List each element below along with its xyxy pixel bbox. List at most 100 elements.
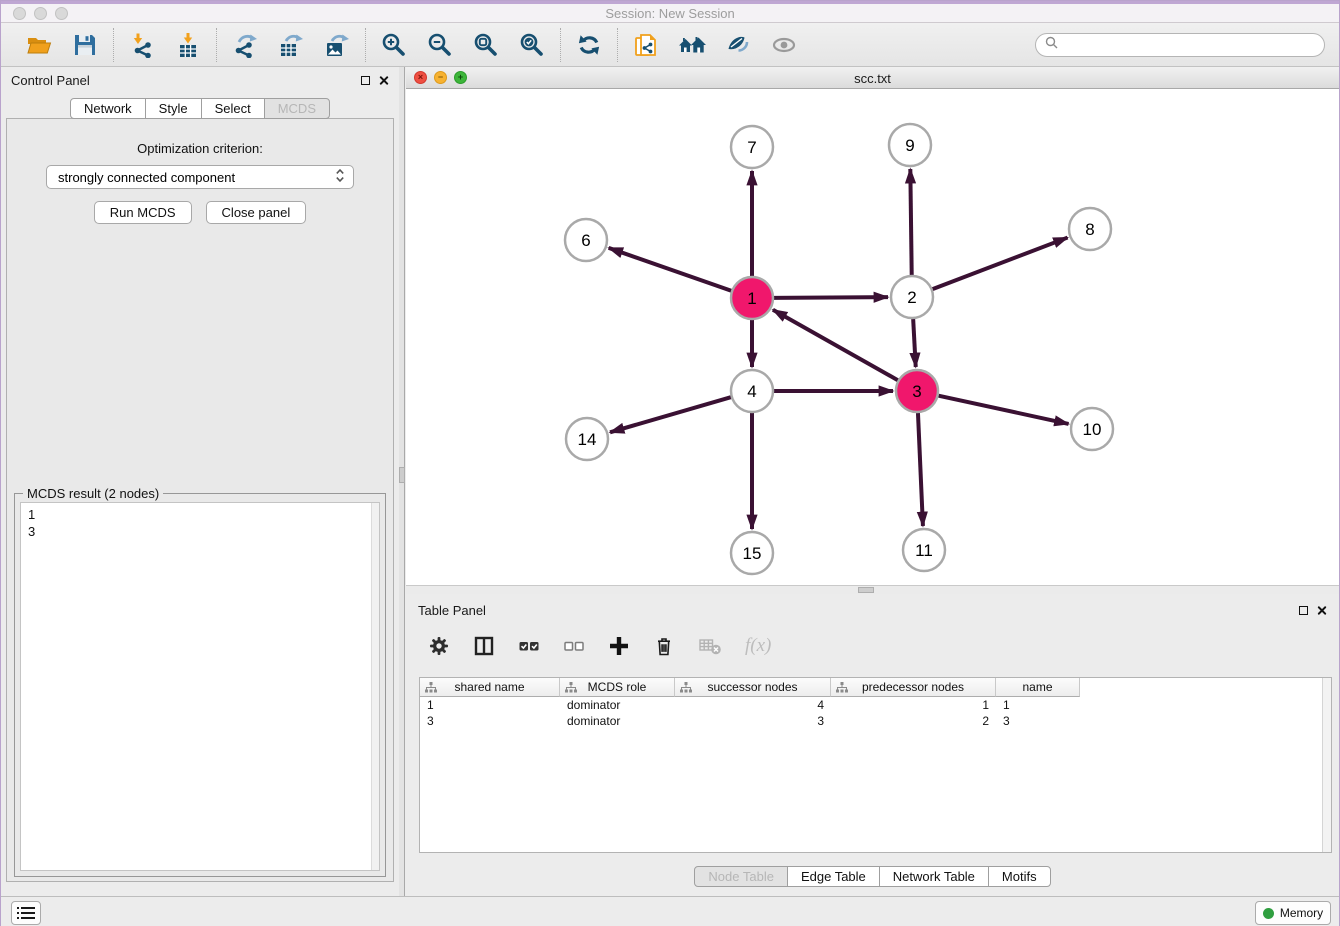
save-session-icon[interactable] (71, 31, 99, 59)
zoom-fit-icon[interactable] (472, 31, 500, 59)
select-all-checkboxes-icon[interactable] (518, 635, 540, 657)
table-cell[interactable]: 2 (831, 713, 996, 729)
delete-column-icon[interactable] (653, 635, 675, 657)
first-neighbors-icon[interactable] (678, 31, 706, 59)
memory-status-icon (1263, 908, 1274, 919)
tab-edge-table[interactable]: Edge Table (787, 866, 880, 887)
table-cell[interactable]: 4 (675, 697, 831, 713)
tab-node-table[interactable]: Node Table (694, 866, 788, 887)
mcds-result-legend: MCDS result (2 nodes) (23, 486, 163, 501)
column-header-successor-nodes[interactable]: successor nodes (675, 678, 831, 697)
table-row[interactable]: 1dominator411 (420, 697, 1331, 713)
column-header-shared-name[interactable]: shared name (420, 678, 560, 697)
import-table-icon[interactable] (174, 31, 202, 59)
add-column-icon[interactable] (608, 635, 630, 657)
mcds-result-lines: 13 (21, 503, 379, 543)
close-panel-button[interactable]: Close panel (206, 201, 307, 224)
table-scrollbar[interactable] (1322, 678, 1331, 852)
tab-network[interactable]: Network (70, 98, 146, 119)
graph-node-label: 11 (915, 541, 933, 560)
column-header-MCDS-role[interactable]: MCDS role (560, 678, 675, 697)
graph-node-label: 2 (907, 288, 916, 307)
graph-edge-2-9[interactable] (910, 169, 911, 275)
zoom-in-icon[interactable] (380, 31, 408, 59)
float-table-panel-icon[interactable] (1299, 606, 1308, 615)
task-history-button[interactable] (11, 901, 41, 925)
table-panel-tabs: Node TableEdge TableNetwork TableMotifs (406, 866, 1339, 887)
table-cell[interactable]: dominator (560, 713, 675, 729)
float-panel-icon[interactable] (361, 76, 370, 85)
network-window-title: scc.txt (406, 71, 1339, 86)
close-table-panel-icon[interactable] (1316, 605, 1327, 616)
divider-grip[interactable] (399, 467, 405, 483)
clone-network-icon[interactable] (632, 31, 660, 59)
graph-edge-2-3[interactable] (913, 319, 916, 367)
export-image-icon[interactable] (323, 31, 351, 59)
zoom-selected-icon[interactable] (518, 31, 546, 59)
tab-mcds[interactable]: MCDS (264, 98, 330, 119)
apply-function-icon[interactable]: f(x) (745, 635, 771, 657)
tab-motifs[interactable]: Motifs (988, 866, 1051, 887)
graph-node-label: 7 (747, 138, 756, 157)
status-bar: Memory (1, 896, 1339, 926)
tab-network-table[interactable]: Network Table (879, 866, 989, 887)
graph-edge-3-1[interactable] (773, 310, 898, 380)
mcds-result-scrollbar[interactable] (371, 503, 379, 870)
graph-edge-2-8[interactable] (933, 238, 1068, 290)
table-cell[interactable]: 3 (420, 713, 560, 729)
graph-edge-1-2[interactable] (774, 297, 888, 298)
tab-select[interactable]: Select (201, 98, 265, 119)
optimization-criterion-label: Optimization criterion: (7, 141, 393, 156)
show-columns-icon[interactable] (473, 635, 495, 657)
import-network-icon[interactable] (128, 31, 156, 59)
graph-edge-1-6[interactable] (609, 248, 732, 291)
graph-edge-3-10[interactable] (938, 396, 1068, 424)
table-cell[interactable]: 1 (420, 697, 560, 713)
graph-node-label: 6 (581, 231, 590, 250)
graph-node-label: 3 (912, 382, 921, 401)
table-cell[interactable]: 1 (996, 697, 1080, 713)
network-table-divider[interactable] (406, 585, 1339, 594)
column-header-label: successor nodes (707, 680, 797, 694)
network-canvas[interactable]: 7968124314101511 (406, 89, 1339, 585)
hide-selected-icon[interactable] (724, 31, 752, 59)
column-header-name[interactable]: name (996, 678, 1080, 697)
delete-table-icon[interactable] (698, 635, 722, 657)
graph-edge-3-11[interactable] (918, 413, 923, 526)
open-session-icon[interactable] (25, 31, 53, 59)
column-header-predecessor-nodes[interactable]: predecessor nodes (831, 678, 996, 697)
mcds-result-textarea[interactable]: 13 (20, 502, 380, 871)
table-panel-title: Table Panel (418, 603, 486, 618)
memory-button[interactable]: Memory (1255, 901, 1331, 925)
window-title: Session: New Session (1, 6, 1339, 21)
close-panel-icon[interactable] (378, 75, 389, 86)
table-header-row: shared name MCDS role successor nodes prede… (420, 678, 1331, 697)
run-mcds-button[interactable]: Run MCDS (94, 201, 192, 224)
table-cell[interactable]: dominator (560, 697, 675, 713)
graph-node-label: 8 (1085, 220, 1094, 239)
unselect-all-checkboxes-icon[interactable] (563, 635, 585, 657)
table-cell[interactable]: 3 (675, 713, 831, 729)
search-box[interactable] (1035, 33, 1325, 57)
export-network-icon[interactable] (231, 31, 259, 59)
refresh-layout-icon[interactable] (575, 31, 603, 59)
export-table-icon[interactable] (277, 31, 305, 59)
table-toolbar: f(x) (406, 622, 1339, 670)
window-titlebar: Session: New Session (1, 1, 1339, 23)
column-namespace-icon (680, 682, 692, 696)
table-cell[interactable]: 3 (996, 713, 1080, 729)
criterion-select[interactable]: strongly connected component (46, 165, 354, 189)
tab-style[interactable]: Style (145, 98, 202, 119)
column-settings-icon[interactable] (428, 635, 450, 657)
show-all-icon[interactable] (770, 31, 798, 59)
column-header-label: MCDS role (588, 680, 647, 694)
divider-grip[interactable] (858, 587, 874, 593)
zoom-out-icon[interactable] (426, 31, 454, 59)
table-row[interactable]: 3dominator323 (420, 713, 1331, 729)
graph-edge-4-14[interactable] (610, 397, 731, 432)
table-cell[interactable]: 1 (831, 697, 996, 713)
panel-split-divider[interactable] (399, 67, 405, 897)
graph-node-label: 10 (1083, 420, 1102, 439)
mcds-result-line: 1 (28, 506, 372, 523)
search-input[interactable] (1063, 36, 1324, 54)
